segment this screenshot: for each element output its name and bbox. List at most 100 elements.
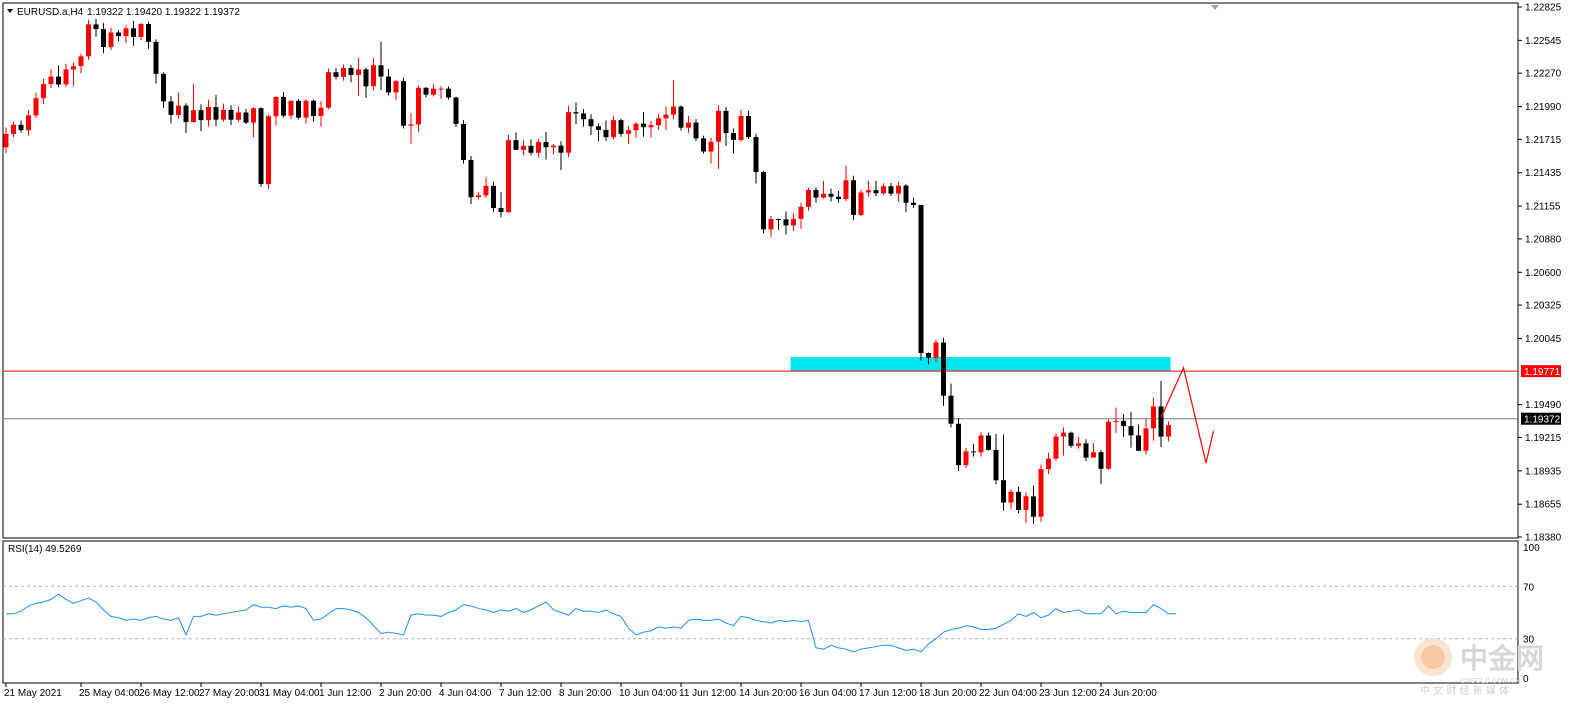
candle	[858, 189, 864, 217]
candle-body	[461, 123, 466, 160]
x-axis-tick-label: 7 Jun 12:00	[499, 688, 552, 699]
candle-body	[348, 67, 354, 75]
y-axis-tick-label: 1.22545	[1525, 36, 1562, 47]
x-axis-tick-label: 1 Jun 12:00	[319, 688, 372, 699]
candle-body	[543, 142, 549, 148]
candle-body	[468, 159, 474, 198]
candle	[1068, 431, 1074, 448]
candle	[468, 156, 474, 205]
candle-body	[978, 435, 984, 453]
candle-body	[888, 186, 894, 194]
candle-body	[933, 342, 939, 358]
x-axis-tick-label: 27 May 20:00	[199, 688, 260, 699]
candle-body	[258, 108, 264, 184]
candle-body	[506, 140, 511, 213]
candle-body	[288, 100, 294, 116]
candle-body	[56, 76, 61, 85]
candle-body	[78, 56, 84, 67]
chart-window[interactable]: EURUSD.a,H4 1.19322 1.19420 1.19322 1.19…	[0, 0, 1583, 715]
candle-body	[378, 65, 384, 77]
candle-body	[588, 119, 594, 127]
candle-body	[528, 145, 534, 153]
candle-body	[851, 180, 856, 215]
candle-body	[693, 122, 699, 139]
x-axis-tick-label: 2 Jun 20:00	[379, 688, 432, 699]
candle-body	[558, 145, 564, 153]
ohlc-readout: 1.19322 1.19420 1.19322 1.19372	[87, 7, 240, 18]
candle-body	[93, 24, 99, 30]
candle-body	[723, 110, 729, 134]
candle-body	[1151, 406, 1156, 429]
y-axis-tick-label: 1.19215	[1525, 433, 1562, 444]
candle-body	[956, 423, 961, 466]
candle-body	[408, 124, 414, 126]
candle-body	[918, 204, 924, 354]
x-axis-tick-label: 23 Jun 12:00	[1039, 688, 1097, 699]
candle-body	[191, 110, 196, 123]
candle-body	[626, 130, 631, 134]
rsi-label: RSI(14) 49.5269	[8, 544, 82, 555]
candle-body	[581, 113, 586, 120]
candle-body	[963, 451, 969, 466]
candle-body	[1076, 443, 1081, 446]
candle-body	[843, 180, 849, 200]
rsi-level-label: 70	[1523, 582, 1535, 593]
candle-body	[26, 115, 31, 131]
x-axis-tick-label: 22 Jun 04:00	[979, 688, 1037, 699]
cngold-logo-inner-icon	[1421, 645, 1445, 669]
candle-body	[206, 107, 211, 121]
x-axis-tick-label: 24 Jun 20:00	[1099, 688, 1157, 699]
rsi-level-label: 100	[1523, 543, 1540, 554]
candle-body	[866, 190, 871, 193]
candle-body	[573, 112, 579, 114]
candle-body	[1083, 443, 1089, 458]
x-axis-tick-label: 25 May 04:00	[79, 688, 140, 699]
candle-body	[1031, 496, 1036, 517]
candle-body	[386, 76, 391, 93]
candle-body	[101, 29, 106, 48]
candle-body	[446, 88, 451, 98]
candle-body	[536, 142, 541, 153]
candle-body	[798, 206, 804, 219]
candle-body	[401, 81, 406, 126]
candle-body	[33, 98, 39, 116]
candle-body	[708, 141, 714, 152]
candle-body	[453, 97, 459, 124]
candle-body	[731, 133, 736, 140]
candle-body	[1113, 420, 1119, 422]
candle	[566, 105, 571, 158]
chart-canvas[interactable]: EURUSD.a,H4 1.19322 1.19420 1.19322 1.19…	[0, 0, 1583, 715]
watermark-slogan: 中 文 财 经 新 媒 体	[1420, 684, 1509, 697]
candle-body	[108, 32, 114, 48]
y-axis-tick-label: 1.21435	[1525, 168, 1562, 179]
candle-body	[1001, 480, 1006, 503]
x-axis-tick-label: 31 May 04:00	[259, 688, 320, 699]
candle-body	[948, 395, 954, 424]
candle-body	[303, 100, 309, 118]
x-axis-tick-label: 16 Jun 04:00	[799, 688, 857, 699]
y-axis-tick-label: 1.22270	[1525, 69, 1562, 80]
y-axis-tick-label: 1.20325	[1525, 301, 1562, 312]
resistance-zone[interactable]	[790, 356, 1171, 372]
candle-body	[1068, 432, 1074, 446]
candle-body	[641, 123, 646, 128]
candle-body	[498, 208, 504, 213]
candle-body	[356, 69, 361, 75]
candle-body	[341, 67, 346, 77]
y-axis-tick-label: 1.21715	[1525, 135, 1562, 146]
candle-body	[521, 145, 526, 150]
candle-body	[123, 28, 129, 37]
candle	[453, 96, 459, 128]
candle-body	[903, 185, 909, 203]
candle	[86, 19, 91, 60]
candle-body	[311, 100, 316, 116]
candle	[326, 68, 331, 110]
candle-body	[296, 100, 301, 118]
candle-body	[1016, 491, 1021, 510]
y-axis-tick-label: 1.18380	[1525, 533, 1562, 544]
candle-body	[1158, 406, 1164, 437]
candle-body	[806, 189, 811, 207]
candle-body	[476, 195, 481, 198]
candle	[941, 337, 946, 406]
candle	[701, 135, 706, 154]
